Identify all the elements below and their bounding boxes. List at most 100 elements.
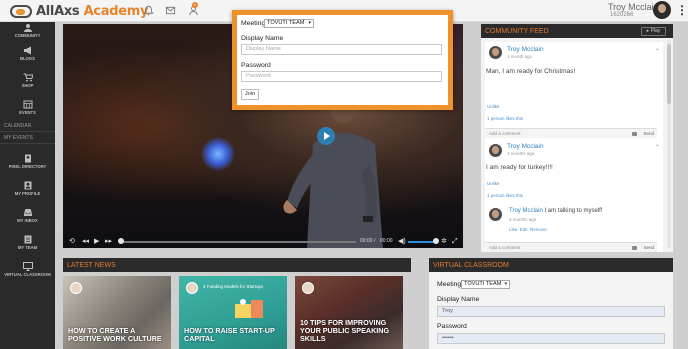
post-menu-chevron-icon[interactable]: ⌄ (655, 141, 660, 148)
modal-password-input[interactable]: Password (241, 71, 442, 82)
send-button[interactable]: Send (643, 245, 654, 250)
feed-scroll-thumb[interactable] (667, 44, 671, 104)
sidebar-item-my-inbox[interactable]: MY INBOX (0, 208, 55, 223)
startup-illustration (235, 299, 263, 318)
profile-card-icon (24, 181, 31, 190)
app-title: AllAxs Academy (36, 3, 149, 19)
bell-icon[interactable] (143, 5, 154, 16)
rewind-icon[interactable]: ◂◂ (82, 238, 89, 245)
modal-display-name-label: Display Name (241, 35, 284, 42)
likes-count[interactable]: 1 person likes this (487, 193, 523, 198)
modal-meeting-select[interactable]: TOVUTI TEAM ▾ (264, 19, 314, 28)
news-tile-title: 10 TIPS FOR IMPROVING YOUR PUBLIC SPEAKI… (300, 318, 390, 343)
modal-meeting-label: Meeting (241, 20, 266, 27)
feed-post: Troy Mcclain 1 month ago ⌄ Man, I am rea… (485, 42, 663, 138)
author-avatar (186, 282, 198, 294)
modal-password-label: Password (241, 62, 271, 69)
post-menu-chevron-icon[interactable]: ⌄ (655, 45, 660, 52)
feed-play-button[interactable]: ▸ Play (641, 27, 666, 36)
sidebar-my-events[interactable]: MY EVENTS (4, 135, 33, 141)
replay-icon[interactable]: ⟲ (69, 238, 75, 245)
news-tile[interactable]: 4 Funding Models for Startups HOW TO RAI… (179, 276, 287, 349)
author-avatar[interactable] (489, 46, 502, 59)
sidebar-item-shop[interactable]: SHOP (0, 73, 55, 88)
likes-count[interactable]: 1 person likes this (487, 116, 523, 121)
password-field[interactable]: •••••• (437, 333, 665, 344)
reply-actions[interactable]: Like Edit Remove (509, 227, 547, 232)
camera-icon[interactable] (632, 132, 637, 136)
send-button[interactable]: Send (643, 131, 654, 136)
team-icon (24, 235, 31, 244)
virtual-classroom-title: VIRTUAL CLASSROOM (429, 258, 673, 272)
author-avatar (302, 282, 314, 294)
sidebar: COMMUNITY BLOGS SHOP EVENTS CALENDAR MY … (0, 22, 55, 349)
play-overlay-button[interactable] (317, 127, 335, 145)
post-author[interactable]: Troy Mcclain (507, 46, 544, 53)
fast-forward-icon[interactable]: ▸▸ (105, 238, 112, 245)
comment-placeholder: Add a comment (489, 131, 521, 136)
sidebar-item-events[interactable]: EVENTS (0, 100, 55, 115)
sidebar-item-blogs[interactable]: BLOGS (0, 46, 55, 61)
user-id: 1620266 (610, 12, 634, 18)
sidebar-item-pixel-directory[interactable]: PIXEL DIRECTORY (0, 154, 55, 169)
reply-time: 3 months ago (509, 217, 537, 222)
sidebar-calendar[interactable]: CALENDAR (4, 123, 31, 129)
unlike-link[interactable]: Unlike (487, 104, 500, 109)
user-name[interactable]: Troy Mcclain (608, 2, 659, 12)
stage-light (201, 137, 235, 171)
camera-icon[interactable] (632, 246, 637, 250)
current-time: 00:00 (360, 238, 373, 244)
sidebar-item-my-profile[interactable]: MY PROFILE (0, 181, 55, 196)
modal-display-name-input[interactable]: Display Name (241, 44, 442, 55)
password-label: Password (437, 323, 467, 330)
author-avatar[interactable] (489, 144, 502, 157)
sidebar-divider (0, 143, 55, 144)
logo-icon (10, 4, 32, 18)
video-controls: ⟲ ◂◂ ▶ ▸▸ 00:00 / 00:00 ◀) ✲ ⤢ (63, 235, 463, 248)
time-separator: / (374, 238, 376, 244)
volume-slider[interactable] (408, 241, 436, 243)
sidebar-item-my-team[interactable]: MY TEAM (0, 235, 55, 250)
join-meeting-modal: Meeting TOVUTI TEAM ▾ Display Name Displa… (232, 10, 453, 110)
cart-icon (23, 73, 33, 82)
news-tile[interactable]: 10 TIPS FOR IMPROVING YOUR PUBLIC SPEAKI… (295, 276, 403, 349)
reply-avatar[interactable] (489, 208, 502, 221)
meeting-label: Meeting (437, 281, 462, 288)
seek-handle[interactable] (118, 238, 124, 244)
news-tile[interactable]: HOW TO CREATE A POSITIVE WORK CULTURE (63, 276, 171, 349)
comment-input[interactable]: Add a comment Send (485, 242, 657, 252)
latest-news-panel: LATEST NEWS HOW TO CREATE A POSITIVE WOR… (63, 258, 411, 349)
join-button[interactable]: Join (241, 89, 259, 100)
fullscreen-icon[interactable]: ⤢ (452, 238, 458, 245)
unlike-link[interactable]: Unlike (487, 181, 500, 186)
display-name-field[interactable]: Troy (437, 306, 665, 317)
comment-input[interactable]: Add a comment Send (485, 128, 657, 138)
sidebar-item-virtual-classroom[interactable]: VIRTUAL CLASSROOM (0, 262, 55, 277)
megaphone-icon (23, 46, 31, 55)
more-menu-icon[interactable]: ⋮ (676, 3, 688, 17)
post-text: Man, I am ready for Christmas! (486, 68, 576, 75)
mail-icon[interactable] (165, 5, 176, 16)
app-logo[interactable]: AllAxs Academy (10, 2, 148, 20)
comment-placeholder: Add a comment (489, 245, 521, 250)
chevron-down-icon: ▾ (308, 20, 311, 26)
seek-bar[interactable] (120, 241, 356, 243)
post-text: I am ready for turkey!!!! (486, 164, 553, 171)
inbox-icon (23, 209, 32, 216)
display-name-label: Display Name (437, 296, 480, 303)
latest-news-title: LATEST NEWS (63, 258, 411, 272)
user-avatar[interactable] (653, 1, 671, 19)
volume-icon[interactable]: ◀) (398, 238, 406, 245)
virtual-classroom-panel: VIRTUAL CLASSROOM Meeting TOVUTI TEAM ▾ D… (429, 258, 673, 349)
settings-gear-icon[interactable]: ✲ (441, 238, 447, 245)
post-author[interactable]: Troy Mcclain (507, 143, 544, 150)
post-time: 3 months ago (507, 151, 535, 156)
post-time: 1 month ago (507, 54, 533, 59)
author-avatar (70, 282, 82, 294)
news-tile-title: HOW TO CREATE A POSITIVE WORK CULTURE (68, 326, 162, 343)
play-icon[interactable]: ▶ (94, 238, 99, 245)
volume-handle[interactable] (433, 238, 439, 244)
meeting-select[interactable]: TOVUTI TEAM ▾ (461, 280, 510, 289)
notification-badge: 1 (192, 2, 198, 8)
sidebar-item-community[interactable]: COMMUNITY (0, 23, 55, 38)
